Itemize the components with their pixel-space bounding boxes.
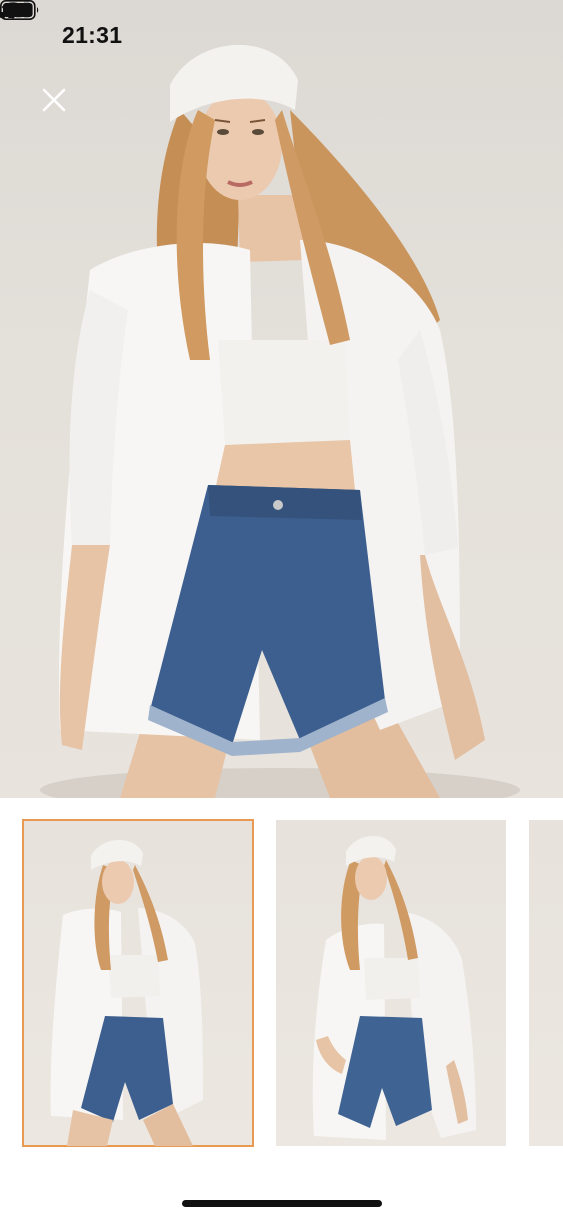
- battery-icon: [0, 0, 39, 20]
- product-image-viewer: 21:31: [0, 0, 563, 1219]
- thumbnail-1-selected[interactable]: [22, 819, 254, 1147]
- close-button[interactable]: [36, 82, 72, 118]
- thumbnail-2[interactable]: [276, 820, 506, 1146]
- model-illustration: [40, 44, 520, 798]
- thumbnail-photo: [50, 839, 203, 1146]
- home-indicator[interactable]: [182, 1200, 382, 1207]
- thumbnail-photo: [312, 835, 476, 1140]
- status-time: 21:31: [62, 22, 123, 48]
- thumbnail-3-partial[interactable]: [529, 820, 563, 1146]
- main-product-photo[interactable]: 21:31: [0, 0, 563, 798]
- close-icon: [42, 88, 66, 112]
- thumbnail-strip[interactable]: [0, 798, 563, 1178]
- status-bar: 21:31: [0, 0, 563, 76]
